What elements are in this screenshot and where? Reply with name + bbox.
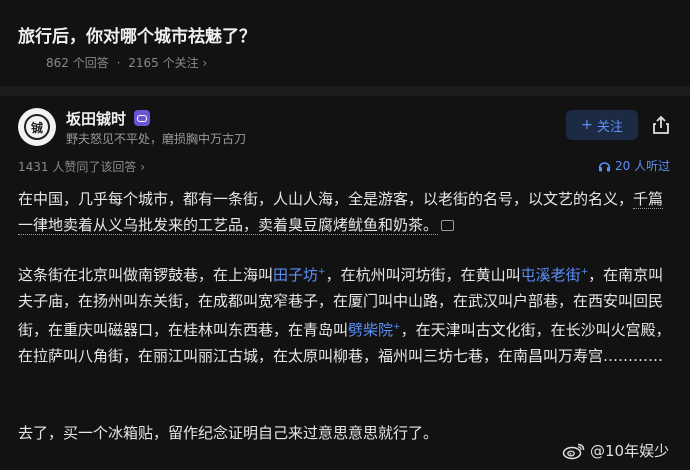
follow-button[interactable]: + 关注 (566, 110, 638, 140)
paragraph-text: ，在杭州叫河坊街，在黄山叫 (325, 266, 521, 284)
question-title: 旅行后，你对哪个城市祛魅了？ (18, 27, 256, 47)
link-tianzifang[interactable]: 田子坊+ (273, 266, 326, 284)
headphones-icon (598, 161, 611, 171)
follower-count: 2165 个关注 (128, 56, 199, 70)
upvote-summary[interactable]: 1431 人赞同了该回答 › (18, 158, 145, 175)
plus-icon: + (581, 117, 593, 133)
paragraph-text: 在中国，几乎每个城市，都有一条街，人山人海，全是游客，以老街的名号，以文艺的名义… (18, 190, 634, 208)
answer-paragraph-2: 这条街在北京叫做南锣鼓巷，在上海叫田子坊+，在杭州叫河坊街，在黄山叫屯溪老街+，… (18, 259, 673, 369)
link-tunxi-old-street[interactable]: 屯溪老街+ (521, 266, 589, 284)
watermark: @10年娱少 (562, 440, 669, 461)
listen-count[interactable]: 20 人听过 (598, 157, 670, 174)
chevron-right-icon: › (140, 160, 145, 174)
avatar-seal: 铖 (24, 114, 50, 140)
comment-icon[interactable] (441, 220, 455, 231)
meta-dot: · (116, 56, 121, 70)
author-name[interactable]: 坂田铖时 (66, 108, 126, 129)
upvote-count: 1431 人赞同了该回答 (18, 160, 137, 174)
answer-paragraph-1: 在中国，几乎每个城市，都有一条街，人山人海，全是游客，以老街的名号，以文艺的名义… (18, 186, 673, 238)
share-icon[interactable] (650, 114, 672, 136)
author-bio: 野夫怒见不平处，磨损胸中万古刀 (66, 132, 247, 146)
chevron-right-icon: › (202, 56, 208, 70)
weibo-icon (562, 443, 585, 459)
avatar[interactable]: 铖 (18, 108, 56, 146)
watermark-text: @10年娱少 (590, 442, 670, 460)
follow-label: 关注 (596, 119, 623, 135)
question-meta[interactable]: 862 个回答 · 2165 个关注 › (46, 54, 207, 71)
section-divider (0, 86, 690, 96)
creator-badge-icon (134, 110, 150, 126)
paragraph-text: 这条街在北京叫做南锣鼓巷，在上海叫 (18, 266, 274, 284)
link-pichaiyuan[interactable]: 劈柴院+ (348, 321, 401, 339)
answer-count: 862 个回答 (46, 56, 109, 70)
listen-label: 20 人听过 (615, 159, 671, 173)
